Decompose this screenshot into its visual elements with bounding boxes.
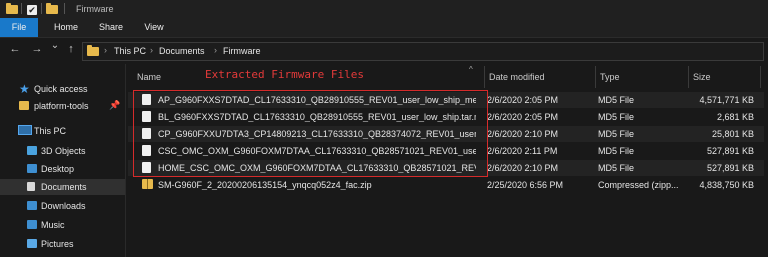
file-type: MD5 File (598, 112, 635, 122)
pin-icon[interactable]: 📌 (109, 100, 120, 111)
sidebar-item-label: Downloads (41, 201, 86, 211)
sidebar-item-this-pc[interactable]: This PC (0, 123, 125, 139)
file-date: 2/6/2020 2:10 PM (487, 163, 559, 173)
column-header-type[interactable]: Type (600, 72, 620, 82)
folder-icon (87, 45, 99, 56)
file-type: MD5 File (598, 95, 635, 105)
file-list: Name Extracted Firmware Files ^ Date mod… (125, 64, 768, 257)
music-icon (27, 220, 37, 229)
desktop-icon (27, 164, 37, 173)
column-header-name[interactable]: Name (137, 72, 161, 82)
sidebar-item-pictures[interactable]: Pictures (0, 236, 125, 252)
zip-folder-icon (142, 179, 153, 189)
downloads-icon (27, 201, 37, 210)
file-size: 527,891 KB (706, 146, 754, 156)
sidebar-item-label: platform-tools (34, 101, 89, 111)
column-divider[interactable] (484, 66, 485, 88)
sidebar-item-label: Music (41, 220, 65, 230)
divider (64, 3, 65, 14)
folder-icon (19, 101, 29, 110)
recent-locations-chevron-icon[interactable]: ⌄ (48, 40, 62, 51)
annotation-highlight-box (133, 90, 488, 177)
sidebar-item-desktop[interactable]: Desktop (0, 161, 125, 177)
column-divider[interactable] (760, 66, 761, 88)
file-name: SM-G960F_2_20200206135154_ynqcq052z4_fac… (158, 180, 372, 190)
file-type: MD5 File (598, 146, 635, 156)
tab-view[interactable]: View (138, 18, 170, 37)
annotation-label: Extracted Firmware Files (205, 68, 364, 81)
column-divider[interactable] (595, 66, 596, 88)
new-folder-icon[interactable] (46, 3, 58, 14)
folder-icon (6, 3, 18, 14)
ribbon-tabs: File Home Share View (0, 18, 768, 38)
sidebar-item-downloads[interactable]: Downloads (0, 198, 125, 214)
file-size: 2,681 KB (716, 112, 754, 122)
file-size: 25,801 KB (711, 129, 754, 139)
pictures-icon (27, 239, 37, 248)
sidebar-item-3d-objects[interactable]: 3D Objects (0, 143, 125, 159)
sidebar-item-label: Quick access (34, 84, 88, 94)
3d-objects-icon (27, 146, 37, 155)
computer-icon (18, 125, 32, 135)
file-date: 2/6/2020 2:05 PM (487, 95, 559, 105)
quick-access-toolbar: ✔ (0, 3, 70, 15)
breadcrumb-separator[interactable]: › (150, 45, 153, 55)
breadcrumb-separator[interactable]: › (214, 45, 217, 55)
tab-share[interactable]: Share (92, 18, 130, 37)
navigation-pane: ★ Quick access platform-tools 📌 This PC … (0, 64, 125, 257)
divider (21, 3, 22, 14)
divider (41, 3, 42, 14)
sidebar-item-label: 3D Objects (41, 146, 86, 156)
breadcrumb-firmware[interactable]: Firmware (223, 46, 261, 56)
file-date: 2/6/2020 2:10 PM (487, 129, 559, 139)
file-date: 2/6/2020 2:11 PM (487, 146, 558, 156)
breadcrumb-separator[interactable]: › (104, 45, 107, 55)
tab-home[interactable]: Home (48, 18, 84, 37)
star-icon: ★ (19, 82, 30, 96)
column-divider[interactable] (688, 66, 689, 88)
file-type: MD5 File (598, 129, 635, 139)
file-size: 4,838,750 KB (699, 180, 754, 190)
file-size: 4,571,771 KB (699, 95, 754, 105)
file-row[interactable]: SM-G960F_2_20200206135154_ynqcq052z4_fac… (128, 177, 764, 193)
sort-indicator-icon: ^ (469, 65, 473, 74)
column-header-size[interactable]: Size (693, 72, 711, 82)
sidebar-item-music[interactable]: Music (0, 217, 125, 233)
sidebar-item-label: Pictures (41, 239, 74, 249)
sidebar-item-documents[interactable]: Documents (0, 179, 125, 195)
title-bar: ✔ Firmware (0, 0, 768, 18)
navigation-bar: ← → ⌄ ↑ › This PC › Documents › Firmware (0, 38, 768, 63)
file-date: 2/25/2020 6:56 PM (487, 180, 564, 190)
breadcrumb-this-pc[interactable]: This PC (114, 46, 146, 56)
file-size: 527,891 KB (706, 163, 754, 173)
sidebar-item-label: Documents (41, 182, 87, 192)
breadcrumb-documents[interactable]: Documents (159, 46, 205, 56)
file-type: MD5 File (598, 163, 635, 173)
file-type: Compressed (zipp... (598, 180, 679, 190)
checkmark-icon[interactable]: ✔ (27, 5, 37, 15)
forward-arrow-icon[interactable]: → (30, 43, 44, 55)
file-date: 2/6/2020 2:05 PM (487, 112, 559, 122)
sidebar-item-quick-access[interactable]: ★ Quick access (0, 81, 125, 97)
sidebar-item-label: This PC (34, 126, 67, 136)
documents-icon (27, 182, 35, 191)
sidebar-item-label: Desktop (41, 164, 75, 174)
window-title: Firmware (76, 4, 114, 14)
address-bar[interactable]: › This PC › Documents › Firmware (82, 42, 764, 61)
up-arrow-icon[interactable]: ↑ (64, 43, 78, 55)
column-header-date[interactable]: Date modified (489, 72, 545, 82)
tab-file[interactable]: File (0, 18, 38, 37)
back-arrow-icon[interactable]: ← (8, 43, 22, 55)
sidebar-item-platform-tools[interactable]: platform-tools 📌 (0, 98, 125, 114)
